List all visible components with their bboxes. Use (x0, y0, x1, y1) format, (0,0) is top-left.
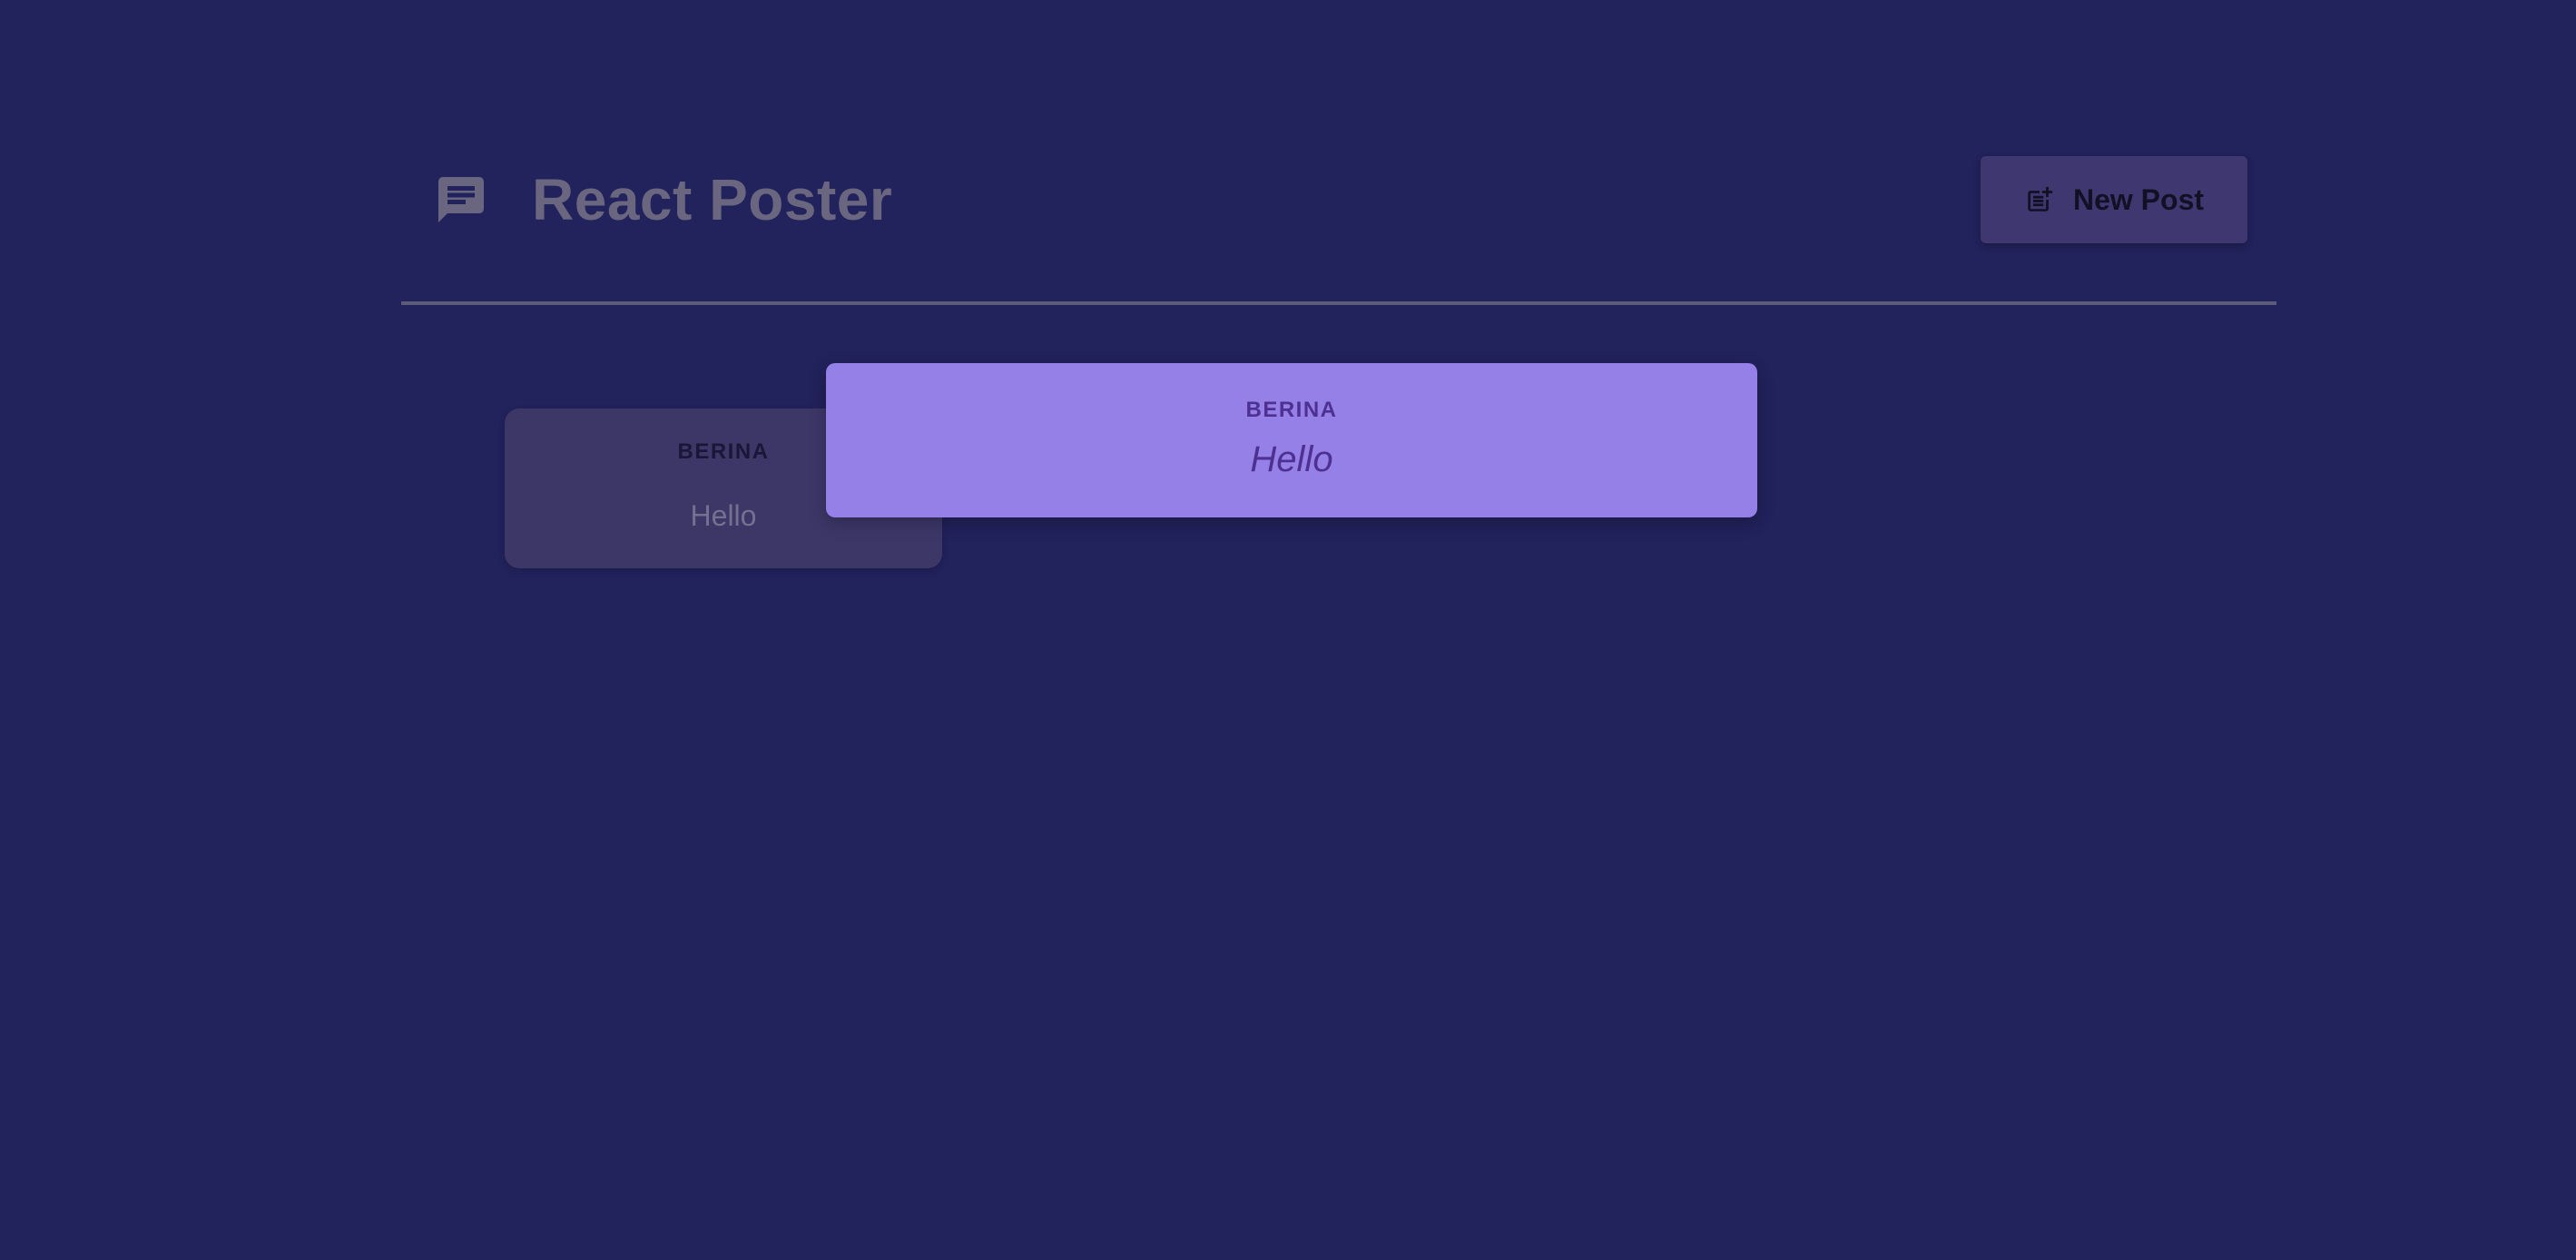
app-page: React Poster New Post BERINA Hello BERIN… (0, 0, 2576, 1260)
post-modal[interactable]: BERINA Hello (826, 363, 1757, 517)
modal-author: BERINA (1245, 398, 1338, 422)
new-post-button[interactable]: New Post (1981, 156, 2247, 243)
app-header: React Poster New Post (401, 136, 2276, 303)
post-add-icon (2024, 184, 2055, 215)
modal-body: Hello (1250, 439, 1333, 479)
app-title: React Poster (532, 167, 893, 232)
app-logo: React Poster (434, 171, 892, 229)
header-divider (401, 301, 2276, 305)
message-icon (434, 172, 488, 227)
new-post-label: New Post (2072, 182, 2205, 216)
